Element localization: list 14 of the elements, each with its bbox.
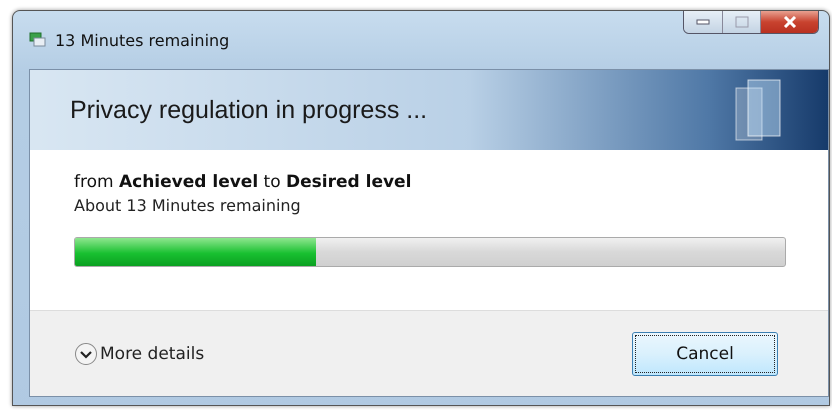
header-text: Privacy regulation in progress ... [70,96,428,124]
minimize-button[interactable] [684,11,722,33]
maximize-icon [734,16,748,28]
minimize-icon [696,19,710,25]
close-button[interactable] [760,11,818,33]
time-remaining-text: About 13 Minutes remaining [74,196,302,215]
description-text: from Achieved level to Desired level [74,172,412,192]
window-title: 13 Minutes remaining [55,30,230,50]
cancel-button[interactable]: Cancel [632,332,778,376]
chevron-icon [74,342,98,366]
copy-icon [29,32,47,48]
more-details-button[interactable]: More details [74,342,204,366]
pages-icon [734,78,782,142]
close-icon [782,16,796,28]
